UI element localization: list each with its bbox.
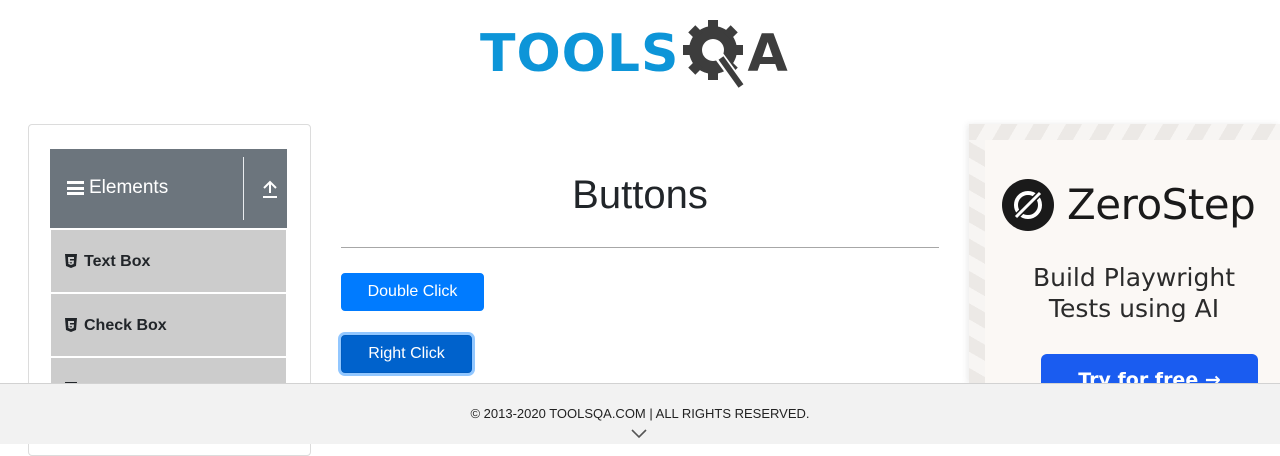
header-divider xyxy=(243,157,244,220)
logo-text: TOOLS xyxy=(480,24,680,84)
footer-copyright: © 2013-2020 TOOLSQA.COM | ALL RIGHTS RES… xyxy=(470,406,810,421)
footer: © 2013-2020 TOOLSQA.COM | ALL RIGHTS RES… xyxy=(0,383,1280,444)
chevron-down-icon[interactable] xyxy=(631,429,647,439)
gear-q-icon xyxy=(683,20,746,89)
toolsqa-logo[interactable]: TOOLS A xyxy=(480,16,810,92)
ad-pattern xyxy=(969,140,985,384)
logo-suffix: A xyxy=(747,24,788,84)
ad-content: ZeroStep Build Playwright Tests using AI… xyxy=(985,140,1280,384)
page-title: Buttons xyxy=(572,173,708,217)
html5-icon xyxy=(65,318,77,332)
title-divider xyxy=(341,247,939,248)
hamburger-icon xyxy=(67,181,84,195)
ad-pattern xyxy=(969,124,1280,140)
arrow-up-icon[interactable] xyxy=(261,179,279,199)
zerostep-logo-icon xyxy=(1002,179,1054,231)
sidebar-item-text-box[interactable]: Text Box xyxy=(51,230,286,292)
ad-headline-line: Tests using AI xyxy=(1048,294,1220,323)
sidebar-group-title: Elements xyxy=(89,177,169,198)
sidebar-item-label: Check Box xyxy=(84,317,167,334)
right-click-button[interactable]: Right Click Me xyxy=(341,335,472,398)
sidebar-group-elements[interactable]: Elements xyxy=(50,149,287,228)
sidebar-item-check-box[interactable]: Check Box xyxy=(51,294,286,356)
ad-brand: ZeroStep xyxy=(1067,180,1256,229)
ad-cta-button[interactable]: Try for free → xyxy=(1041,354,1258,384)
sidebar-item-label: Text Box xyxy=(84,253,151,270)
html5-icon xyxy=(65,254,77,268)
double-click-button[interactable]: Double Click Me xyxy=(341,273,484,336)
ad-headline-line: Build Playwright xyxy=(1032,263,1236,292)
ad-banner[interactable]: ZeroStep Build Playwright Tests using AI… xyxy=(969,124,1280,384)
ad-headline: Build Playwright Tests using AI xyxy=(985,262,1280,324)
